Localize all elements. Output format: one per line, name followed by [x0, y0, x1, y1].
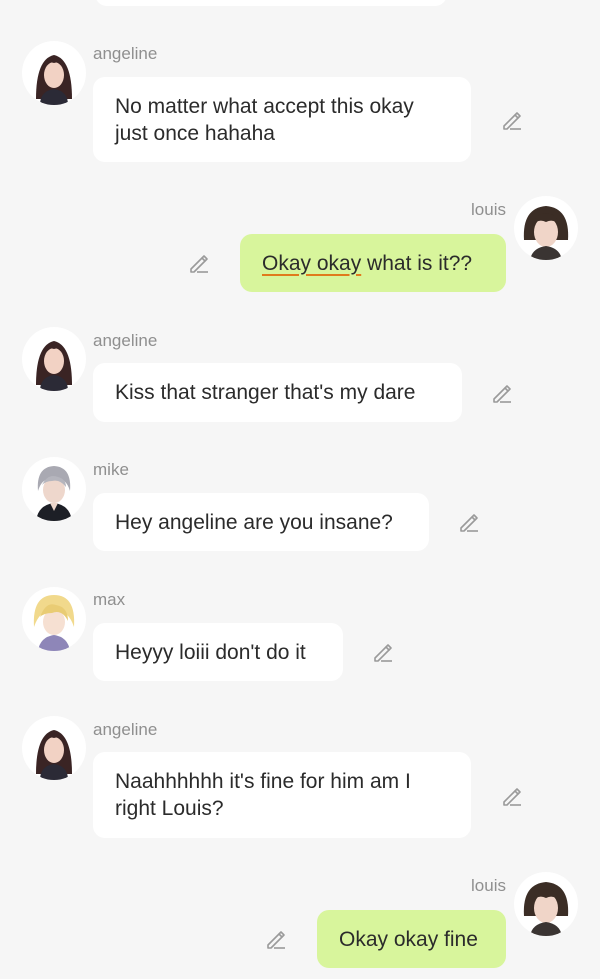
avatar-louis-icon [516, 198, 576, 260]
edit-message-button[interactable] [457, 510, 481, 534]
avatar-louis[interactable] [514, 196, 578, 260]
edit-message-button[interactable] [500, 108, 524, 132]
message-bubble[interactable]: No matter what accept this okay just onc… [93, 77, 471, 162]
message-text: Naahhhhhh it's fine for him am I right L… [115, 770, 411, 820]
message-text: Heyyy loiii don't do it [115, 640, 306, 664]
avatar-angeline[interactable] [22, 327, 86, 391]
previous-message-bubble [95, 0, 447, 6]
message-bubble[interactable]: Naahhhhhh it's fine for him am I right L… [93, 752, 471, 838]
message-text: Okay okay what is it?? [262, 250, 472, 277]
chat-thread[interactable]: angeline No matter what accept this okay… [0, 0, 600, 979]
message-bubble[interactable]: Hey angeline are you insane? [93, 493, 429, 551]
pencil-icon [267, 931, 285, 949]
pencil-icon [503, 788, 521, 806]
avatar-louis-icon [516, 874, 576, 936]
edit-message-button[interactable] [371, 640, 395, 664]
avatar-louis[interactable] [514, 872, 578, 936]
edit-message-button[interactable] [490, 381, 514, 405]
message-bubble[interactable]: Heyyy loiii don't do it [93, 623, 343, 681]
sender-name: mike [93, 460, 129, 479]
message-bubble[interactable]: Kiss that stranger that's my dare [93, 363, 462, 422]
spellcheck-underlined-text: Okay okay [262, 251, 362, 275]
avatar-angeline[interactable] [22, 41, 86, 105]
message-text: Kiss that stranger that's my dare [115, 381, 416, 404]
message-text-rest: what is it?? [361, 251, 473, 275]
sender-name: angeline [93, 720, 158, 739]
message-bubble[interactable]: Okay okay fine [317, 910, 506, 968]
sender-name: angeline [93, 331, 158, 350]
avatar-angeline-icon [24, 329, 84, 391]
message-bubble[interactable]: Okay okay what is it?? [240, 234, 506, 292]
edit-message-button[interactable] [264, 927, 288, 951]
message-text: Hey angeline are you insane? [115, 510, 393, 534]
edit-message-button[interactable] [500, 784, 524, 808]
message-text: Okay okay fine [339, 927, 478, 951]
sender-name: angeline [93, 44, 158, 63]
pencil-icon [460, 514, 478, 532]
sender-name: max [93, 590, 126, 609]
pencil-icon [493, 385, 511, 403]
sender-name: louis [471, 200, 506, 219]
avatar-mike[interactable] [22, 457, 86, 521]
sender-name: louis [471, 876, 506, 895]
avatar-angeline-icon [24, 43, 84, 105]
message-text: No matter what accept this okay just onc… [115, 94, 414, 145]
pencil-icon [374, 644, 392, 662]
pencil-icon [190, 255, 208, 273]
avatar-angeline[interactable] [22, 716, 86, 780]
edit-message-button[interactable] [187, 251, 211, 275]
pencil-icon [503, 112, 521, 130]
avatar-max[interactable] [22, 587, 86, 651]
avatar-max-icon [24, 589, 84, 651]
avatar-angeline-icon [24, 718, 84, 780]
avatar-mike-icon [24, 459, 84, 521]
